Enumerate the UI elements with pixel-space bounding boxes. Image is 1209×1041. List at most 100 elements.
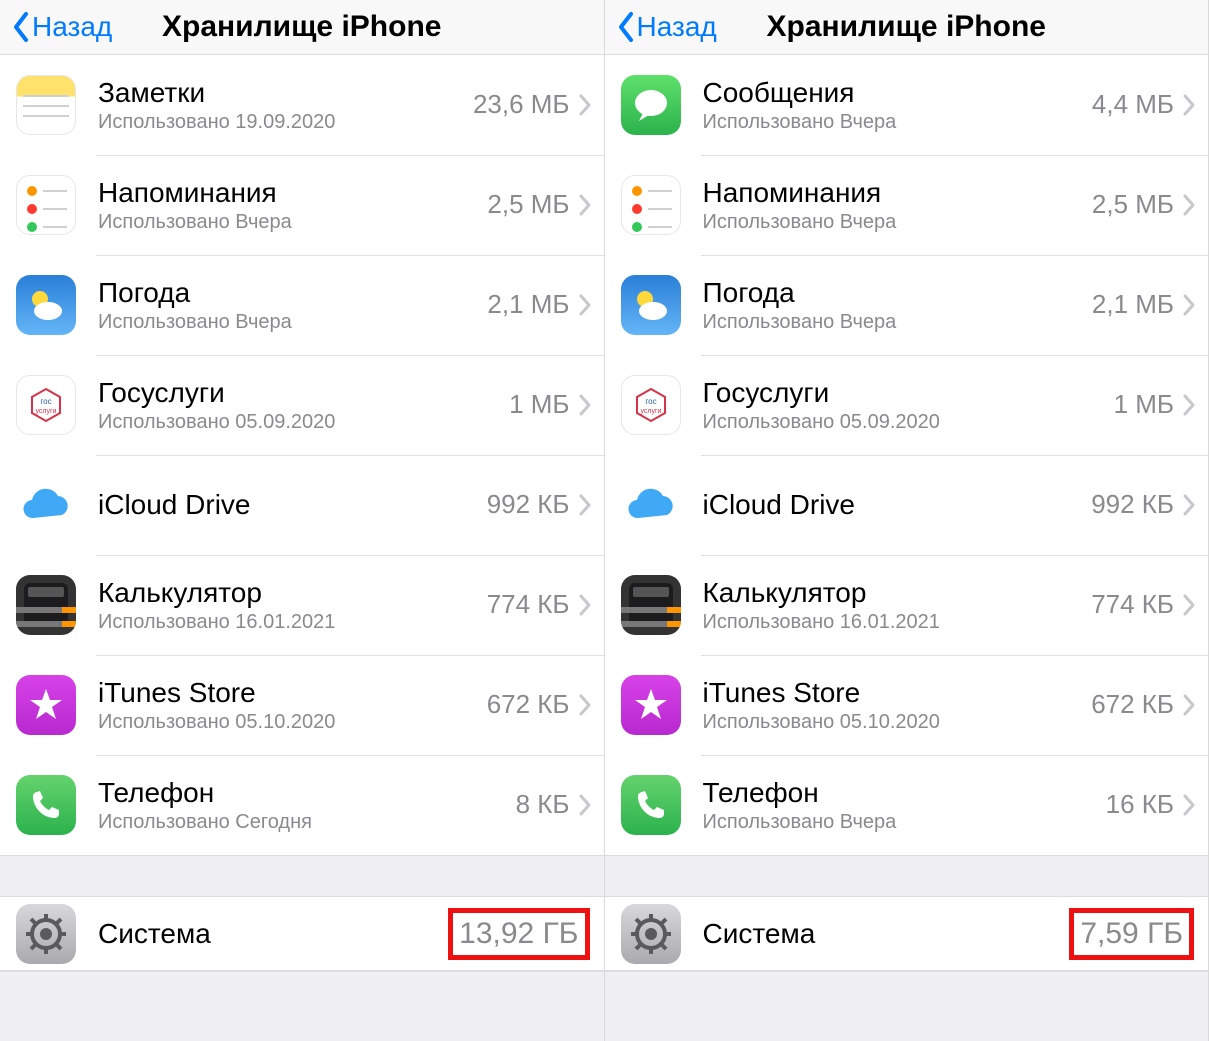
system-row[interactable]: Система 13,92 ГБ bbox=[0, 897, 604, 971]
icloud-icon bbox=[621, 475, 681, 535]
app-name: Погода bbox=[98, 276, 487, 310]
app-name: Калькулятор bbox=[98, 576, 487, 610]
settings-icon bbox=[621, 904, 681, 964]
app-name: Сообщения bbox=[703, 76, 1092, 110]
footer-gap bbox=[605, 971, 1209, 1041]
section-gap bbox=[0, 855, 604, 898]
notes-icon bbox=[16, 75, 76, 135]
svg-text:услуги: услуги bbox=[36, 408, 57, 415]
chevron-right-icon bbox=[1182, 293, 1196, 317]
app-sub: Использовано Вчера bbox=[703, 811, 1106, 834]
nav-header: Назад Хранилище iPhone bbox=[605, 0, 1209, 55]
chevron-right-icon bbox=[578, 293, 592, 317]
chevron-right-icon bbox=[578, 93, 592, 117]
app-size: 992 КБ bbox=[1091, 489, 1174, 520]
app-sub: Использовано Вчера bbox=[98, 311, 487, 334]
back-label: Назад bbox=[637, 11, 717, 43]
app-row-gosuslugi[interactable]: госуслуги Госуслуги Использовано 05.09.2… bbox=[0, 355, 604, 455]
section-gap bbox=[605, 855, 1209, 898]
system-row[interactable]: Система 7,59 ГБ bbox=[605, 897, 1209, 971]
reminders-icon bbox=[16, 175, 76, 235]
app-name: Погода bbox=[703, 276, 1092, 310]
system-label: Система bbox=[703, 917, 1070, 951]
weather-icon bbox=[16, 275, 76, 335]
app-size: 2,1 МБ bbox=[1092, 289, 1174, 320]
chevron-right-icon bbox=[1182, 693, 1196, 717]
app-size: 1 МБ bbox=[1114, 389, 1174, 420]
app-list: Сообщения Использовано Вчера 4,4 МБ Напо… bbox=[605, 55, 1209, 855]
app-row-itunes[interactable]: iTunes Store Использовано 05.10.2020 672… bbox=[0, 655, 604, 755]
app-row-phone[interactable]: Телефон Использовано Вчера 16 КБ bbox=[605, 755, 1209, 855]
app-row-weather[interactable]: Погода Использовано Вчера 2,1 МБ bbox=[605, 255, 1209, 355]
app-sub: Использовано Вчера bbox=[703, 311, 1092, 334]
app-row-icloud[interactable]: iCloud Drive 992 КБ bbox=[605, 455, 1209, 555]
app-size: 2,5 МБ bbox=[1092, 189, 1174, 220]
app-row-gosuslugi[interactable]: гос услуги Госуслуги Использовано 05.09.2… bbox=[605, 355, 1209, 455]
system-size: 7,59 ГБ bbox=[1080, 917, 1183, 951]
app-size: 672 КБ bbox=[1091, 689, 1174, 720]
app-name: Напоминания bbox=[703, 176, 1092, 210]
system-size-highlight: 13,92 ГБ bbox=[448, 908, 589, 960]
nav-header: Назад Хранилище iPhone bbox=[0, 0, 604, 55]
chevron-left-icon bbox=[615, 10, 635, 44]
app-row-weather[interactable]: Погода Использовано Вчера 2,1 МБ bbox=[0, 255, 604, 355]
phone-icon bbox=[621, 775, 681, 835]
app-size: 4,4 МБ bbox=[1092, 89, 1174, 120]
app-size: 8 КБ bbox=[516, 789, 570, 820]
app-sub: Использовано 16.01.2021 bbox=[98, 611, 487, 634]
chevron-right-icon bbox=[578, 693, 592, 717]
system-size: 13,92 ГБ bbox=[459, 917, 578, 951]
back-label: Назад bbox=[32, 11, 112, 43]
app-name: Телефон bbox=[98, 776, 516, 810]
app-row-phone[interactable]: Телефон Использовано Сегодня 8 КБ bbox=[0, 755, 604, 855]
app-sub: Использовано Вчера bbox=[703, 111, 1092, 134]
app-row-reminders[interactable]: Напоминания Использовано Вчера 2,5 МБ bbox=[605, 155, 1209, 255]
app-row-itunes[interactable]: iTunes Store Использовано 05.10.2020 672… bbox=[605, 655, 1209, 755]
app-size: 992 КБ bbox=[487, 489, 570, 520]
weather-icon bbox=[621, 275, 681, 335]
back-button[interactable]: Назад bbox=[605, 10, 717, 44]
app-size: 16 КБ bbox=[1106, 789, 1174, 820]
app-size: 1 МБ bbox=[509, 389, 569, 420]
chevron-right-icon bbox=[1182, 593, 1196, 617]
gosuslugi-icon: гос услуги bbox=[16, 375, 76, 435]
messages-icon bbox=[621, 75, 681, 135]
reminders-icon bbox=[621, 175, 681, 235]
app-name: Заметки bbox=[98, 76, 473, 110]
svg-text:услуги: услуги bbox=[640, 408, 661, 415]
chevron-right-icon bbox=[1182, 793, 1196, 817]
svg-text:гос: гос bbox=[645, 397, 656, 406]
footer-gap bbox=[0, 971, 604, 1041]
app-sub: Использовано 05.09.2020 bbox=[703, 411, 1114, 434]
itunes-icon bbox=[16, 675, 76, 735]
app-name: iTunes Store bbox=[98, 676, 487, 710]
itunes-icon bbox=[621, 675, 681, 735]
chevron-right-icon bbox=[578, 493, 592, 517]
app-sub: Использовано 05.09.2020 bbox=[98, 411, 509, 434]
calculator-icon bbox=[16, 575, 76, 635]
app-sub: Использовано Сегодня bbox=[98, 811, 516, 834]
app-row-messages[interactable]: Сообщения Использовано Вчера 4,4 МБ bbox=[605, 55, 1209, 155]
app-sub: Использовано 16.01.2021 bbox=[703, 611, 1092, 634]
app-sub: Использовано 05.10.2020 bbox=[98, 711, 487, 734]
app-sub: Использовано Вчера bbox=[98, 211, 487, 234]
system-size-highlight: 7,59 ГБ bbox=[1069, 908, 1194, 960]
app-row-notes[interactable]: Заметки Использовано 19.09.2020 23,6 МБ bbox=[0, 55, 604, 155]
app-row-icloud[interactable]: iCloud Drive 992 КБ bbox=[0, 455, 604, 555]
chevron-right-icon bbox=[1182, 93, 1196, 117]
app-size: 672 КБ bbox=[487, 689, 570, 720]
app-name: iTunes Store bbox=[703, 676, 1092, 710]
svg-text:гос: гос bbox=[40, 397, 51, 406]
app-row-calculator[interactable]: Калькулятор Использовано 16.01.2021 774 … bbox=[605, 555, 1209, 655]
app-list: Заметки Использовано 19.09.2020 23,6 МБ … bbox=[0, 55, 604, 855]
back-button[interactable]: Назад bbox=[0, 10, 112, 44]
app-row-calculator[interactable]: Калькулятор Использовано 16.01.2021 774 … bbox=[0, 555, 604, 655]
phone-icon bbox=[16, 775, 76, 835]
app-name: Госуслуги bbox=[703, 376, 1114, 410]
storage-screen-left: Назад Хранилище iPhone Заметки Использов… bbox=[0, 0, 605, 1041]
calculator-icon bbox=[621, 575, 681, 635]
system-label: Система bbox=[98, 917, 448, 951]
app-sub: Использовано 05.10.2020 bbox=[703, 711, 1092, 734]
icloud-icon bbox=[16, 475, 76, 535]
app-row-reminders[interactable]: Напоминания Использовано Вчера 2,5 МБ bbox=[0, 155, 604, 255]
